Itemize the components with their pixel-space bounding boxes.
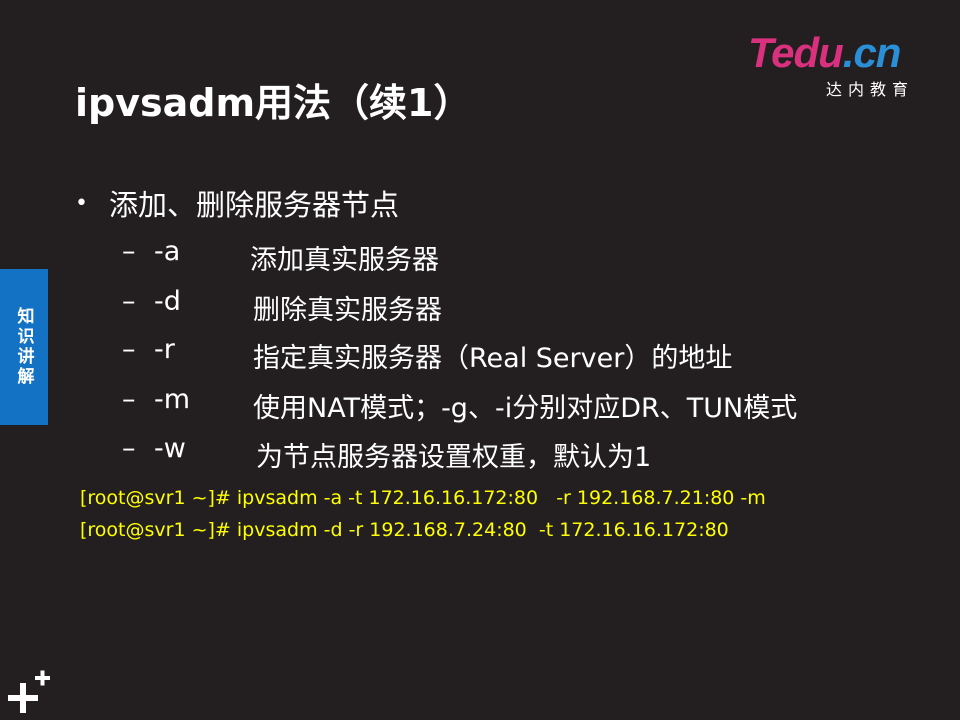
side-tab-label: 知识讲解 [13,307,34,387]
option-dash: – [122,334,136,365]
bullet-text: 添加、删除服务器节点 [109,188,400,222]
side-tab-knowledge: 知识讲解 [0,269,48,425]
command-line-add: [root@svr1 ~]# ipvsadm -a -t 172.16.16.1… [80,487,766,509]
option-flag: -r [154,334,175,365]
logo-subtitle: 达内教育 [826,80,915,99]
option-desc: 添加真实服务器 [250,245,439,276]
option-desc: 指定真实服务器（Real Server）的地址 [253,343,733,374]
slide: ipvsadm用法（续1） Tedu.cn 达内教育 知识讲解 • 添加、删除服… [0,0,960,720]
logo-wordmark: Tedu.cn [748,29,901,76]
command-line-delete: [root@svr1 ~]# ipvsadm -d -r 192.168.7.2… [80,519,729,541]
option-desc: 删除真实服务器 [253,295,442,326]
option-dash: – [122,433,136,464]
bullet-dot-icon: • [75,190,88,216]
option-dash: – [122,286,136,317]
option-dash: – [122,384,136,415]
tedu-logo: Tedu.cn 达内教育 [748,30,938,100]
slide-title: ipvsadm用法（续1） [75,81,472,125]
option-flag: -m [154,384,191,415]
bullet-item: • 添加、删除服务器节点 [75,182,399,224]
option-desc: 使用NAT模式；-g、-i分别对应DR、TUN模式 [253,393,798,424]
option-desc: 为节点服务器设置权重，默认为1 [256,442,652,473]
option-flag: -a [154,236,181,267]
option-flag: -w [154,433,186,464]
plus-plus-icon [8,670,50,713]
option-flag: -d [154,286,181,317]
option-dash: – [122,236,136,267]
